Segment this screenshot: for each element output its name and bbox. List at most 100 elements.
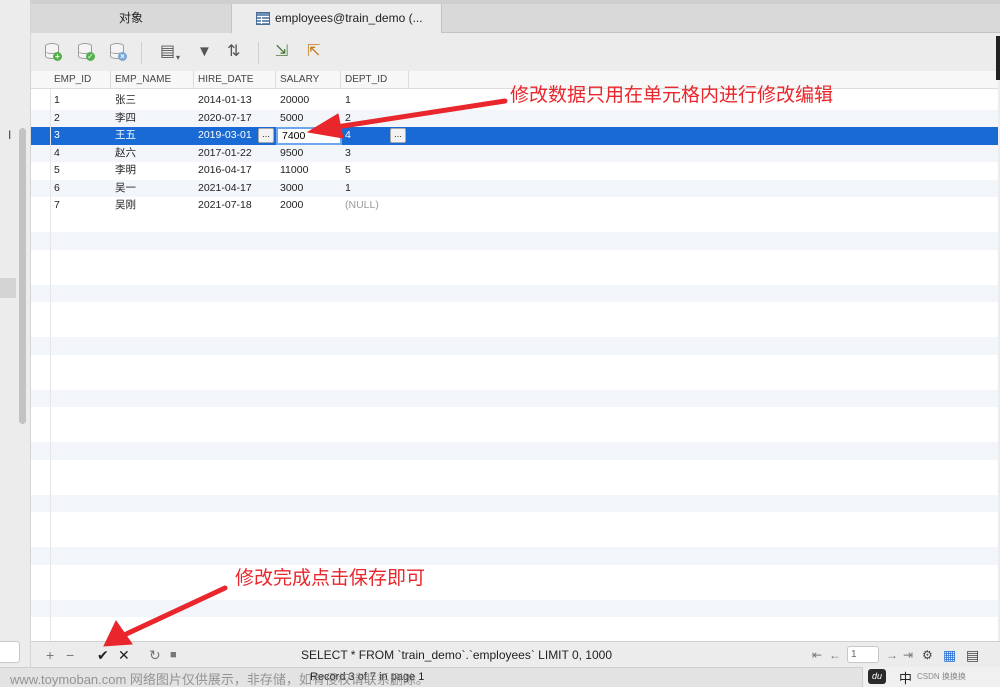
cell-emp-name[interactable]: 李明 xyxy=(111,162,136,180)
cell-salary[interactable]: 9500 xyxy=(276,145,303,163)
cell-dept-id[interactable]: 4 xyxy=(341,127,351,145)
left-pane-scrollbar[interactable] xyxy=(19,128,26,424)
column-header-emp-name[interactable]: EMP_NAME xyxy=(111,71,194,89)
sort-icon[interactable]: ⇅ xyxy=(227,42,240,62)
form-view-icon[interactable]: ▤ xyxy=(966,645,979,665)
cell-emp-name[interactable]: 吴刚 xyxy=(111,197,136,215)
left-pane-selection xyxy=(0,278,16,298)
cell-emp-id[interactable]: 7 xyxy=(50,197,60,215)
cell-salary[interactable]: 2000 xyxy=(276,197,303,215)
commit-icon[interactable]: ✓ xyxy=(78,43,95,61)
empty-row xyxy=(31,425,998,443)
begin-transaction-icon[interactable]: + xyxy=(45,43,62,61)
empty-row xyxy=(31,389,998,407)
cell-emp-id[interactable]: 6 xyxy=(50,180,60,198)
column-header-emp-id[interactable]: EMP_ID xyxy=(50,71,111,89)
cell-hire-date[interactable]: 2016-04-17 xyxy=(194,162,252,180)
cell-salary[interactable]: 3000 xyxy=(276,180,303,198)
empty-row xyxy=(31,407,998,425)
filter-icon[interactable]: ▼ xyxy=(197,42,212,62)
first-page-button[interactable]: ⇤ xyxy=(812,645,822,665)
cell-emp-id[interactable]: 5 xyxy=(50,162,60,180)
delete-record-button[interactable]: − xyxy=(66,645,74,665)
save-checkmark-button[interactable]: ✔ xyxy=(97,645,109,665)
cell-hire-date[interactable]: 2021-04-17 xyxy=(194,180,252,198)
cell-emp-name[interactable]: 吴一 xyxy=(111,180,136,198)
stop-button[interactable]: ■ xyxy=(170,645,177,665)
cell-dept-id[interactable]: 5 xyxy=(341,162,351,180)
empty-row xyxy=(31,617,998,635)
column-header-dept-id[interactable]: DEPT_ID xyxy=(341,71,409,89)
cell-hire-date[interactable]: 2017-01-22 xyxy=(194,145,252,163)
add-record-button[interactable]: + xyxy=(46,645,54,665)
table-icon xyxy=(256,12,270,25)
status-bar: Record 3 of 7 in page 1 www.toymoban.com… xyxy=(0,667,1000,687)
next-page-button[interactable]: → xyxy=(886,645,898,665)
tab-objects[interactable]: 对象 xyxy=(31,4,231,33)
salary-edit-input[interactable]: 7400 xyxy=(276,127,342,145)
export-icon[interactable]: ⇱ xyxy=(307,42,320,62)
cell-emp-name[interactable]: 王五 xyxy=(111,127,136,145)
cell-emp-name[interactable]: 李四 xyxy=(111,110,136,128)
dept-id-ellipsis-button[interactable]: ... xyxy=(390,128,406,143)
chevron-down-icon[interactable]: ▾ xyxy=(176,48,180,68)
cell-emp-id[interactable]: 1 xyxy=(50,92,60,110)
table-toolbar: + ✓ × ▤ ▾ ▼ ⇅ ⇲ ⇱ xyxy=(31,33,1000,71)
ime-language-indicator[interactable]: 中 xyxy=(899,668,912,687)
input-method-bar: du 中 CSDN 换换换 xyxy=(862,667,1000,687)
right-scrollbar[interactable] xyxy=(996,36,1000,80)
empty-row xyxy=(31,530,998,548)
ime-logo-icon[interactable]: du xyxy=(868,669,886,684)
empty-row xyxy=(31,250,998,268)
rollback-icon[interactable]: × xyxy=(110,43,127,61)
table-row[interactable]: 7 吴刚 2021-07-18 2000 (NULL) xyxy=(31,197,998,215)
table-row[interactable]: 3 王五 2019-03-01 7400 4...... xyxy=(31,127,998,145)
discard-changes-button[interactable]: ✕ xyxy=(118,645,130,665)
annotation-edit-cell-note: 修改数据只用在单元格内进行修改编辑 xyxy=(510,85,834,106)
column-header-hire-date[interactable]: HIRE_DATE xyxy=(194,71,276,89)
bottom-toolbar: + − ✔ ✕ ↻ ■ SELECT * FROM `train_demo`.`… xyxy=(31,641,1000,667)
cell-dept-id[interactable]: 1 xyxy=(341,180,351,198)
import-icon[interactable]: ⇲ xyxy=(275,42,288,62)
cell-dept-id[interactable]: 1 xyxy=(341,92,351,110)
cell-emp-id[interactable]: 3 xyxy=(50,127,60,145)
refresh-button[interactable]: ↻ xyxy=(149,645,161,665)
left-pane-search-field[interactable] xyxy=(0,641,20,663)
last-page-button[interactable]: ⇥ xyxy=(903,645,913,665)
settings-gear-icon[interactable]: ⚙ xyxy=(922,645,933,665)
grid-view-icon[interactable]: ▦ xyxy=(943,645,956,665)
table-row[interactable]: 5 李明 2016-04-17 11000 5 xyxy=(31,162,998,180)
cell-salary[interactable]: 20000 xyxy=(276,92,309,110)
edit-cursor-marker: I xyxy=(8,128,12,142)
cell-hire-date[interactable]: 2020-07-17 xyxy=(194,110,252,128)
cell-hire-date[interactable]: 2019-03-01 xyxy=(194,127,252,145)
empty-row xyxy=(31,372,998,390)
empty-row xyxy=(31,565,998,583)
cell-emp-name[interactable]: 张三 xyxy=(111,92,136,110)
cell-salary[interactable]: 5000 xyxy=(276,110,303,128)
empty-row xyxy=(31,284,998,302)
table-row[interactable]: 2 李四 2020-07-17 5000 2 xyxy=(31,109,998,128)
page-number-field[interactable]: 1 xyxy=(847,646,879,663)
column-header-salary[interactable]: SALARY xyxy=(276,71,341,89)
table-row[interactable]: 4 赵六 2017-01-22 9500 3 xyxy=(31,144,998,163)
cell-hire-date[interactable]: 2021-07-18 xyxy=(194,197,252,215)
hire-date-ellipsis-button[interactable]: ... xyxy=(258,128,274,143)
empty-row xyxy=(31,512,998,530)
cell-dept-id[interactable]: (NULL) xyxy=(341,197,379,215)
text-view-icon[interactable]: ▤ xyxy=(160,42,175,62)
annotation-save-note: 修改完成点击保存即可 xyxy=(235,568,426,589)
toolbar-divider xyxy=(141,42,142,64)
table-row[interactable]: 6 吴一 2021-04-17 3000 1 xyxy=(31,179,998,198)
cell-emp-id[interactable]: 4 xyxy=(50,145,60,163)
cell-dept-id[interactable]: 3 xyxy=(341,145,351,163)
cell-emp-id[interactable]: 2 xyxy=(50,110,60,128)
cell-emp-name[interactable]: 赵六 xyxy=(111,145,136,163)
cell-dept-id[interactable]: 2 xyxy=(341,110,351,128)
tab-employees-table[interactable]: employees@train_demo (... xyxy=(231,4,442,33)
previous-page-button[interactable]: ← xyxy=(829,645,841,665)
empty-row xyxy=(31,215,998,233)
ime-extra-text: CSDN 换换换 xyxy=(917,672,966,681)
cell-salary[interactable]: 11000 xyxy=(276,162,308,180)
cell-hire-date[interactable]: 2014-01-13 xyxy=(194,92,252,110)
